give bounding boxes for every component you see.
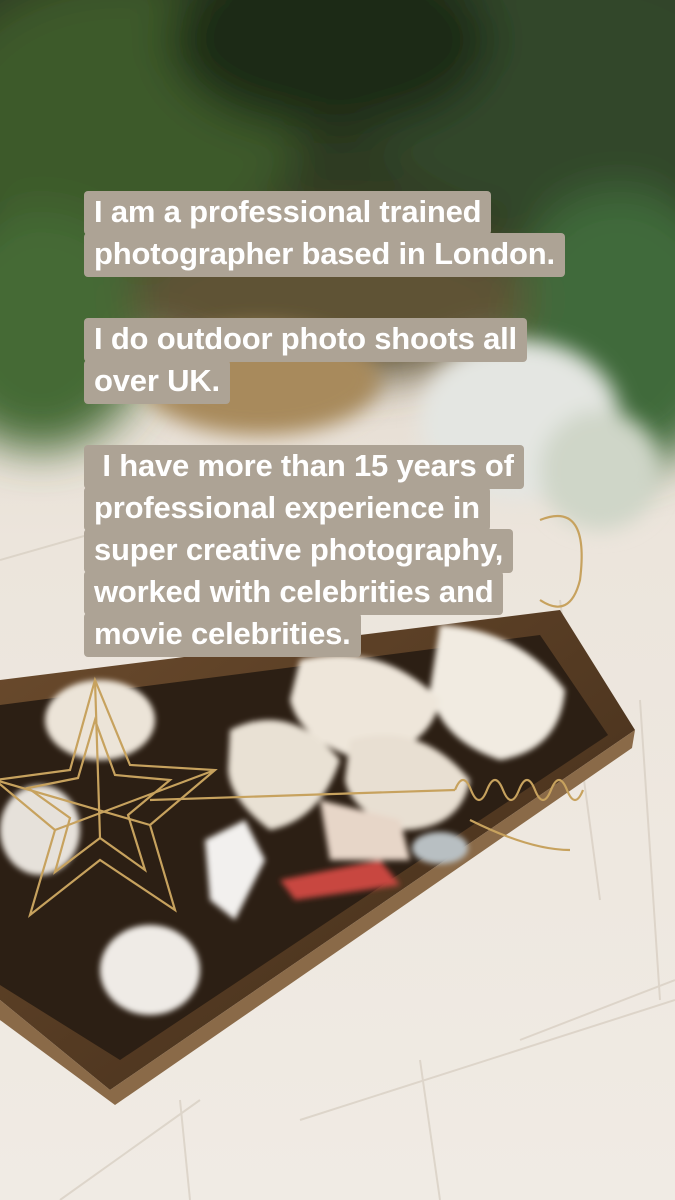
caption-line: I have more than 15 years of xyxy=(84,445,524,489)
caption-line: photographer based in London. xyxy=(84,233,565,277)
caption-line: professional experience in xyxy=(84,487,490,531)
caption-line: I am a professional trained xyxy=(84,191,492,235)
caption-line: super creative photography, xyxy=(84,529,514,573)
caption-line: I do outdoor photo shoots all xyxy=(84,318,527,362)
caption-line: movie celebrities. xyxy=(84,613,361,657)
caption-line: worked with celebrities and xyxy=(84,571,504,615)
story-background-photo: I am a professional trained photographer… xyxy=(0,0,675,1200)
caption-line: over UK. xyxy=(84,360,230,404)
